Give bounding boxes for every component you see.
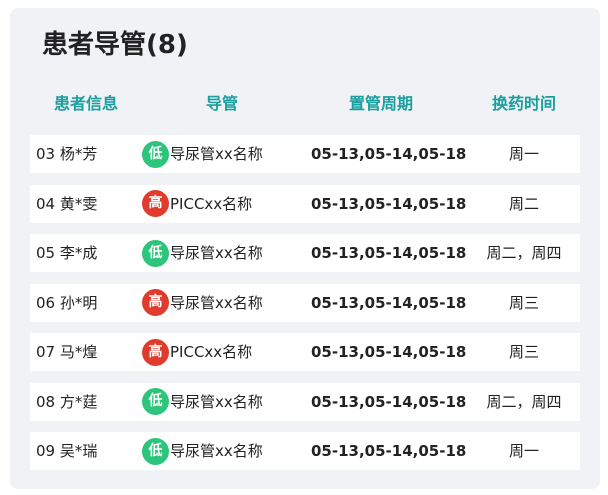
catheter-cell: 高 PICCxx名称	[142, 333, 252, 371]
risk-badge-low: 低	[142, 437, 169, 465]
insertion-period: 05-13,05-14,05-18	[311, 392, 467, 411]
risk-badge-low: 低	[142, 140, 169, 168]
table-body: 03 杨*芳低导尿管xx名称 05-13,05-14,05-18 周一 04 黄*雯高…	[30, 135, 580, 482]
dressing-change-time: 周一	[508, 145, 539, 163]
insertion-period: 05-13,05-14,05-18	[311, 145, 467, 163]
table-header: 患者信息 导管 置管周期 换药时间	[30, 90, 580, 118]
insertion-period: 05-13,05-14,05-18	[311, 194, 467, 213]
catheter-name: 导尿管xx名称	[170, 442, 263, 460]
catheter-name: 导尿管xx名称	[170, 145, 263, 163]
catheter-name: PICCxx名称	[170, 194, 253, 213]
dressing-change-time: 周三	[508, 293, 539, 312]
risk-badge-high: 高	[142, 338, 169, 366]
dressing-change-time: 周二，周四	[486, 392, 562, 411]
header-patient-info: 患者信息	[53, 94, 118, 113]
catheter-name: 导尿管xx名称	[170, 392, 263, 411]
patient-info: 05 李*成	[36, 244, 98, 262]
insertion-period: 05-13,05-14,05-18	[311, 442, 467, 460]
insertion-period: 05-13,05-14,05-18	[311, 343, 467, 361]
catheter-cell: 高 PICCxx名称	[142, 185, 252, 223]
catheter-cell: 低导尿管xx名称	[142, 432, 263, 470]
table-row[interactable]: 05 李*成 低导尿管xx名称 05-13,05-14,05-18 周二，周四	[30, 234, 580, 272]
table-row[interactable]: 04 黄*雯 高 PICCxx名称 05-13,05-14,05-18 周二	[30, 184, 580, 223]
patient-info: 03 杨*芳	[36, 145, 98, 163]
table-row[interactable]: 06 孙*明 高导尿管xx名称 05-13,05-14,05-18 周三	[30, 283, 580, 322]
patient-info: 07 马*煌	[36, 343, 98, 361]
dressing-change-time: 周三	[508, 343, 539, 361]
risk-badge-high: 高	[142, 190, 169, 217]
dressing-change-time: 周二	[508, 194, 539, 213]
catheter-cell: 低导尿管xx名称	[142, 383, 263, 421]
header-dressing-change-time: 换药时间	[491, 94, 556, 113]
patient-info: 04 黄*雯	[36, 194, 98, 213]
header-insertion-period: 置管周期	[348, 94, 413, 113]
table-row[interactable]: 07 马*煌 高 PICCxx名称 05-13,05-14,05-18 周三	[30, 333, 580, 371]
catheter-name: 导尿管xx名称	[170, 293, 263, 312]
risk-badge-low: 低	[142, 239, 169, 267]
patient-info: 08 方*莛	[36, 392, 98, 411]
catheter-name: PICCxx名称	[170, 343, 253, 361]
catheter-name: 导尿管xx名称	[170, 244, 263, 262]
patient-info: 09 吴*瑞	[36, 442, 98, 460]
catheter-cell: 低导尿管xx名称	[142, 234, 263, 272]
panel-title: 患者导管(8)	[42, 30, 188, 60]
table-row[interactable]: 09 吴*瑞 低导尿管xx名称 05-13,05-14,05-18 周一	[30, 432, 580, 470]
patient-info: 06 孙*明	[36, 293, 98, 312]
header-catheter: 导管	[205, 94, 238, 113]
catheter-cell: 高导尿管xx名称	[142, 284, 263, 322]
table-row[interactable]: 03 杨*芳 低导尿管xx名称 05-13,05-14,05-18 周一	[30, 135, 580, 173]
dressing-change-time: 周二，周四	[486, 244, 562, 262]
dressing-change-time: 周一	[508, 442, 539, 460]
patient-catheter-panel: 患者导管(8) 患者信息 导管 置管周期 换药时间 03 杨*芳低导尿管xx名称…	[10, 8, 600, 489]
insertion-period: 05-13,05-14,05-18	[311, 244, 467, 262]
table-row[interactable]: 08 方*莛 低导尿管xx名称 05-13,05-14,05-18 周二，周四	[30, 382, 580, 421]
risk-badge-low: 低	[142, 388, 169, 415]
catheter-cell: 低导尿管xx名称	[142, 135, 263, 173]
insertion-period: 05-13,05-14,05-18	[311, 293, 467, 312]
risk-badge-high: 高	[142, 289, 169, 316]
